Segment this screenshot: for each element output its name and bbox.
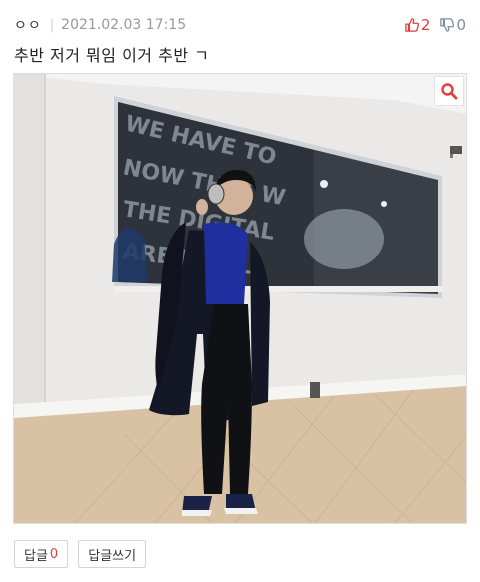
- reply-count: 0: [49, 546, 59, 562]
- reply-label: 답글: [24, 548, 48, 564]
- write-reply-label: 답글쓰기: [88, 548, 137, 564]
- meta-separator: |: [49, 17, 55, 33]
- thumbs-up-icon: [405, 18, 419, 32]
- downvote-count: 0: [456, 16, 466, 34]
- vote-group: 2 0: [405, 13, 466, 37]
- post-author[interactable]: ㅇㅇ: [14, 15, 42, 35]
- write-reply-button[interactable]: 답글쓰기: [78, 540, 147, 568]
- photo-illustration: WE HAVE TO NOW THAT W THE DIGITAL ARE IN…: [14, 74, 466, 523]
- magnifier-icon: [440, 82, 458, 100]
- post-photo[interactable]: WE HAVE TO NOW THAT W THE DIGITAL ARE IN…: [13, 73, 467, 524]
- zoom-button[interactable]: [434, 76, 464, 106]
- post-meta: ㅇㅇ | 2021.02.03 17:15 2 0: [14, 13, 466, 37]
- downvote-button[interactable]: 0: [440, 16, 466, 34]
- post-date: 2021.02.03 17:15: [61, 17, 187, 33]
- reply-count-button[interactable]: 답글 0: [14, 540, 69, 568]
- upvote-button[interactable]: 2: [405, 16, 431, 34]
- post-title: 추반 저거 뭐임 이거 추반 ㄱ: [14, 46, 210, 65]
- thumbs-down-icon: [440, 18, 455, 32]
- upvote-count: 2: [420, 16, 431, 34]
- post-actions: 답글 0 답글쓰기: [14, 540, 147, 568]
